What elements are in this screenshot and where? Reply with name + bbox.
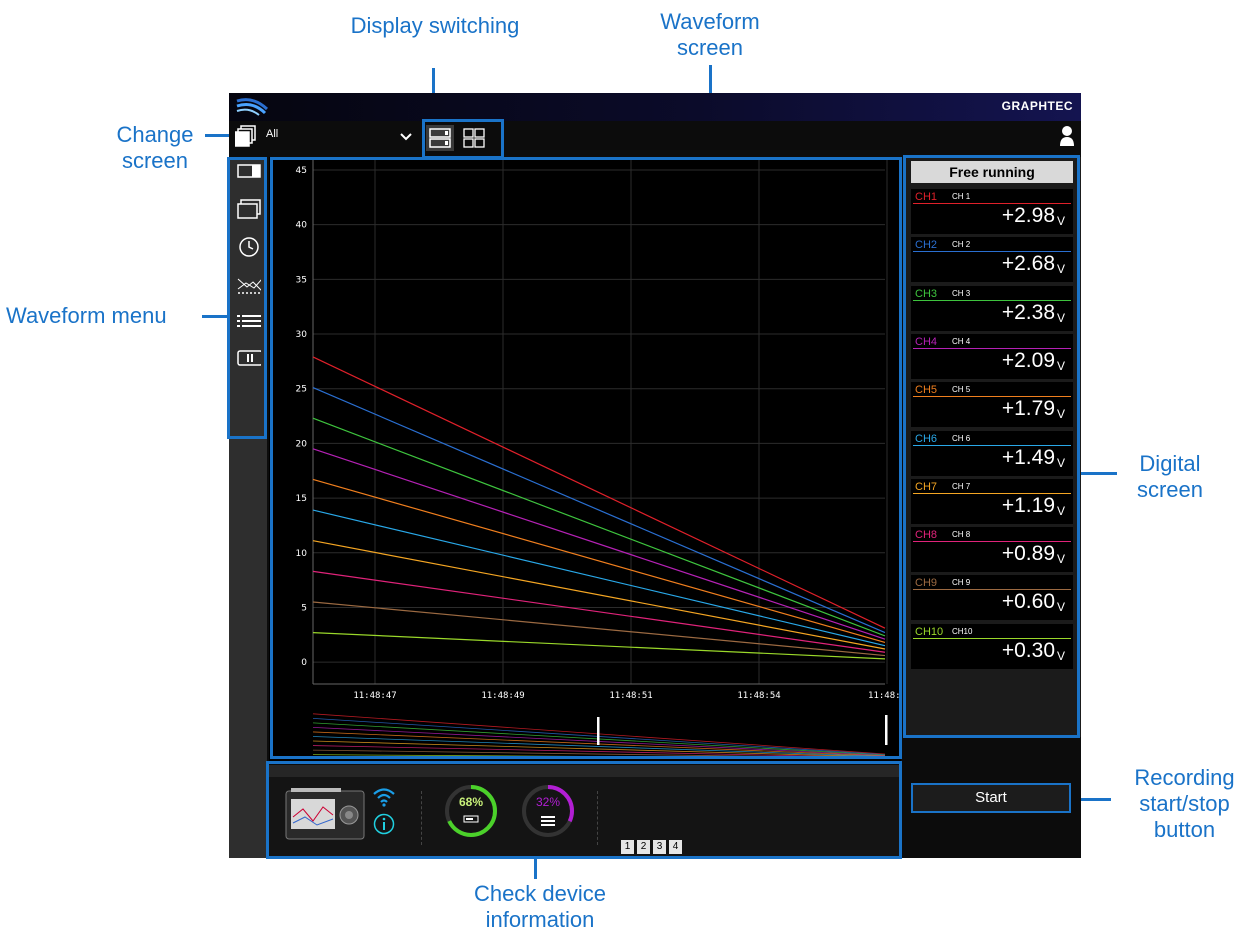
change-screen-icon[interactable] bbox=[235, 125, 257, 147]
highlight-display-switching bbox=[422, 119, 504, 159]
callout-line-check bbox=[534, 857, 537, 879]
callout-recording-line3: button bbox=[1153, 817, 1216, 842]
callout-display-switching: Display switching bbox=[350, 13, 520, 38]
highlight-device-info bbox=[266, 761, 902, 859]
highlight-waveform-screen bbox=[270, 157, 902, 759]
callout-waveform-line1: Waveform bbox=[660, 9, 760, 34]
logo-icon bbox=[236, 98, 269, 116]
callout-recording-line1: Recording bbox=[1134, 765, 1235, 790]
callout-change-line1: Change bbox=[116, 122, 194, 147]
highlight-digital-screen bbox=[903, 155, 1080, 738]
screen-select-value[interactable]: All bbox=[266, 128, 278, 140]
top-bar: GRAPHTEC bbox=[229, 93, 1081, 121]
callout-waveform-screen: Waveform screen bbox=[640, 9, 780, 61]
callout-line-menu bbox=[202, 315, 229, 318]
callout-change-screen: Change screen bbox=[95, 122, 215, 174]
brand-name: GRAPHTEC bbox=[1001, 99, 1073, 113]
sub-bar: All bbox=[229, 121, 1081, 157]
callout-check-device: Check device information bbox=[430, 881, 650, 933]
user-icon[interactable] bbox=[1059, 125, 1075, 147]
callout-waveform-line2: screen bbox=[676, 35, 744, 60]
callout-waveform-menu: Waveform menu bbox=[6, 303, 167, 328]
callout-check-line1: Check device bbox=[473, 881, 607, 906]
callout-line-change bbox=[205, 134, 229, 137]
callout-change-line2: screen bbox=[121, 148, 189, 173]
highlight-waveform-menu bbox=[227, 157, 267, 439]
callout-digital-line1: Digital bbox=[1139, 451, 1201, 476]
callout-line-digital bbox=[1079, 472, 1117, 475]
callout-digital-screen: Digital screen bbox=[1120, 451, 1220, 503]
callout-check-line2: information bbox=[485, 907, 595, 932]
callout-digital-line2: screen bbox=[1136, 477, 1204, 502]
start-button[interactable]: Start bbox=[911, 783, 1071, 813]
callout-recording-line2: start/stop bbox=[1139, 791, 1230, 816]
chevron-down-icon[interactable] bbox=[400, 133, 412, 141]
callout-recording: Recording start/stop button bbox=[1112, 765, 1257, 843]
